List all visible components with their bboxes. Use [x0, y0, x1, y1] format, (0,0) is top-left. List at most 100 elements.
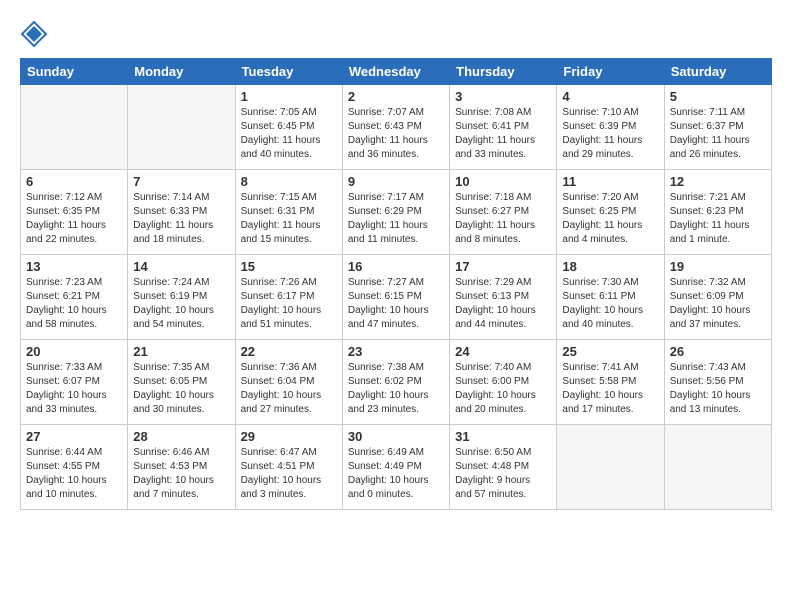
- day-number: 20: [26, 344, 122, 359]
- day-cell: [21, 85, 128, 170]
- day-cell: 4 Sunrise: 7:10 AM Sunset: 6:39 PM Daylig…: [557, 85, 664, 170]
- day-info: Sunrise: 7:07 AM Sunset: 6:43 PM Dayligh…: [348, 106, 444, 162]
- day-info: Sunrise: 7:30 AM Sunset: 6:11 PM Dayligh…: [562, 276, 658, 332]
- day-number: 30: [348, 429, 444, 444]
- day-info: Sunrise: 7:18 AM Sunset: 6:27 PM Dayligh…: [455, 191, 551, 247]
- day-number: 27: [26, 429, 122, 444]
- day-cell: 8 Sunrise: 7:15 AM Sunset: 6:31 PM Daylig…: [235, 170, 342, 255]
- day-info: Sunrise: 7:24 AM Sunset: 6:19 PM Dayligh…: [133, 276, 229, 332]
- day-cell: 30 Sunrise: 6:49 AM Sunset: 4:49 PM Dayli…: [342, 425, 449, 510]
- day-info: Sunrise: 6:47 AM Sunset: 4:51 PM Dayligh…: [241, 446, 337, 502]
- day-number: 12: [670, 174, 766, 189]
- day-number: 14: [133, 259, 229, 274]
- day-number: 29: [241, 429, 337, 444]
- header-thursday: Thursday: [450, 59, 557, 85]
- day-cell: 5 Sunrise: 7:11 AM Sunset: 6:37 PM Daylig…: [664, 85, 771, 170]
- day-number: 9: [348, 174, 444, 189]
- day-number: 8: [241, 174, 337, 189]
- day-number: 22: [241, 344, 337, 359]
- day-cell: 13 Sunrise: 7:23 AM Sunset: 6:21 PM Dayli…: [21, 255, 128, 340]
- day-info: Sunrise: 7:11 AM Sunset: 6:37 PM Dayligh…: [670, 106, 766, 162]
- header-monday: Monday: [128, 59, 235, 85]
- day-info: Sunrise: 7:36 AM Sunset: 6:04 PM Dayligh…: [241, 361, 337, 417]
- day-cell: 17 Sunrise: 7:29 AM Sunset: 6:13 PM Dayli…: [450, 255, 557, 340]
- day-info: Sunrise: 6:44 AM Sunset: 4:55 PM Dayligh…: [26, 446, 122, 502]
- day-cell: 20 Sunrise: 7:33 AM Sunset: 6:07 PM Dayli…: [21, 340, 128, 425]
- day-number: 13: [26, 259, 122, 274]
- day-info: Sunrise: 7:05 AM Sunset: 6:45 PM Dayligh…: [241, 106, 337, 162]
- day-info: Sunrise: 7:12 AM Sunset: 6:35 PM Dayligh…: [26, 191, 122, 247]
- day-cell: 26 Sunrise: 7:43 AM Sunset: 5:56 PM Dayli…: [664, 340, 771, 425]
- day-cell: 10 Sunrise: 7:18 AM Sunset: 6:27 PM Dayli…: [450, 170, 557, 255]
- header-friday: Friday: [557, 59, 664, 85]
- day-number: 1: [241, 89, 337, 104]
- header-wednesday: Wednesday: [342, 59, 449, 85]
- day-info: Sunrise: 7:15 AM Sunset: 6:31 PM Dayligh…: [241, 191, 337, 247]
- day-info: Sunrise: 7:35 AM Sunset: 6:05 PM Dayligh…: [133, 361, 229, 417]
- day-info: Sunrise: 7:29 AM Sunset: 6:13 PM Dayligh…: [455, 276, 551, 332]
- day-number: 18: [562, 259, 658, 274]
- day-info: Sunrise: 7:08 AM Sunset: 6:41 PM Dayligh…: [455, 106, 551, 162]
- day-cell: 7Sunrise: 7:14 AM Sunset: 6:33 PM Daylig…: [128, 170, 235, 255]
- day-cell: 21 Sunrise: 7:35 AM Sunset: 6:05 PM Dayli…: [128, 340, 235, 425]
- week-row-4: 20 Sunrise: 7:33 AM Sunset: 6:07 PM Dayli…: [21, 340, 772, 425]
- day-cell: 1 Sunrise: 7:05 AM Sunset: 6:45 PM Daylig…: [235, 85, 342, 170]
- day-info: Sunrise: 7:33 AM Sunset: 6:07 PM Dayligh…: [26, 361, 122, 417]
- day-cell: 23 Sunrise: 7:38 AM Sunset: 6:02 PM Dayli…: [342, 340, 449, 425]
- day-cell: 18 Sunrise: 7:30 AM Sunset: 6:11 PM Dayli…: [557, 255, 664, 340]
- day-info: Sunrise: 6:50 AM Sunset: 4:48 PM Dayligh…: [455, 446, 551, 502]
- day-info: Sunrise: 7:40 AM Sunset: 6:00 PM Dayligh…: [455, 361, 551, 417]
- day-number: 24: [455, 344, 551, 359]
- day-number: 26: [670, 344, 766, 359]
- header-sunday: Sunday: [21, 59, 128, 85]
- day-cell: 24 Sunrise: 7:40 AM Sunset: 6:00 PM Dayli…: [450, 340, 557, 425]
- day-info: Sunrise: 7:38 AM Sunset: 6:02 PM Dayligh…: [348, 361, 444, 417]
- day-cell: 29 Sunrise: 6:47 AM Sunset: 4:51 PM Dayli…: [235, 425, 342, 510]
- day-cell: [557, 425, 664, 510]
- day-cell: [128, 85, 235, 170]
- day-number: 10: [455, 174, 551, 189]
- day-number: 23: [348, 344, 444, 359]
- day-number: 17: [455, 259, 551, 274]
- header-tuesday: Tuesday: [235, 59, 342, 85]
- day-number: 16: [348, 259, 444, 274]
- day-number: 4: [562, 89, 658, 104]
- day-info: Sunrise: 7:27 AM Sunset: 6:15 PM Dayligh…: [348, 276, 444, 332]
- day-cell: 28Sunrise: 6:46 AM Sunset: 4:53 PM Dayli…: [128, 425, 235, 510]
- week-row-5: 27 Sunrise: 6:44 AM Sunset: 4:55 PM Dayli…: [21, 425, 772, 510]
- day-number: 6: [26, 174, 122, 189]
- day-info: Sunrise: 7:43 AM Sunset: 5:56 PM Dayligh…: [670, 361, 766, 417]
- day-info: Sunrise: 7:26 AM Sunset: 6:17 PM Dayligh…: [241, 276, 337, 332]
- day-number: 15: [241, 259, 337, 274]
- day-cell: 16 Sunrise: 7:27 AM Sunset: 6:15 PM Dayli…: [342, 255, 449, 340]
- day-number: 11: [562, 174, 658, 189]
- day-number: 25: [562, 344, 658, 359]
- day-cell: 25 Sunrise: 7:41 AM Sunset: 5:58 PM Dayli…: [557, 340, 664, 425]
- day-cell: 9Sunrise: 7:17 AM Sunset: 6:29 PM Daylig…: [342, 170, 449, 255]
- day-info: Sunrise: 7:41 AM Sunset: 5:58 PM Dayligh…: [562, 361, 658, 417]
- day-info: Sunrise: 7:23 AM Sunset: 6:21 PM Dayligh…: [26, 276, 122, 332]
- day-number: 31: [455, 429, 551, 444]
- day-cell: 3 Sunrise: 7:08 AM Sunset: 6:41 PM Daylig…: [450, 85, 557, 170]
- day-info: Sunrise: 7:20 AM Sunset: 6:25 PM Dayligh…: [562, 191, 658, 247]
- page-header: [20, 20, 772, 48]
- day-info: Sunrise: 7:10 AM Sunset: 6:39 PM Dayligh…: [562, 106, 658, 162]
- logo: [20, 20, 52, 48]
- day-cell: 27 Sunrise: 6:44 AM Sunset: 4:55 PM Dayli…: [21, 425, 128, 510]
- day-info: Sunrise: 7:14 AM Sunset: 6:33 PM Dayligh…: [133, 191, 229, 247]
- day-cell: 6 Sunrise: 7:12 AM Sunset: 6:35 PM Daylig…: [21, 170, 128, 255]
- day-number: 5: [670, 89, 766, 104]
- header-saturday: Saturday: [664, 59, 771, 85]
- day-number: 21: [133, 344, 229, 359]
- day-info: Sunrise: 6:46 AM Sunset: 4:53 PM Dayligh…: [133, 446, 229, 502]
- calendar-table: SundayMondayTuesdayWednesdayThursdayFrid…: [20, 58, 772, 510]
- day-cell: 19Sunrise: 7:32 AM Sunset: 6:09 PM Dayli…: [664, 255, 771, 340]
- day-number: 2: [348, 89, 444, 104]
- day-cell: 31 Sunrise: 6:50 AM Sunset: 4:48 PM Dayli…: [450, 425, 557, 510]
- day-cell: 14 Sunrise: 7:24 AM Sunset: 6:19 PM Dayli…: [128, 255, 235, 340]
- header-row: SundayMondayTuesdayWednesdayThursdayFrid…: [21, 59, 772, 85]
- day-info: Sunrise: 6:49 AM Sunset: 4:49 PM Dayligh…: [348, 446, 444, 502]
- day-cell: 2 Sunrise: 7:07 AM Sunset: 6:43 PM Daylig…: [342, 85, 449, 170]
- day-number: 3: [455, 89, 551, 104]
- day-cell: 11 Sunrise: 7:20 AM Sunset: 6:25 PM Dayli…: [557, 170, 664, 255]
